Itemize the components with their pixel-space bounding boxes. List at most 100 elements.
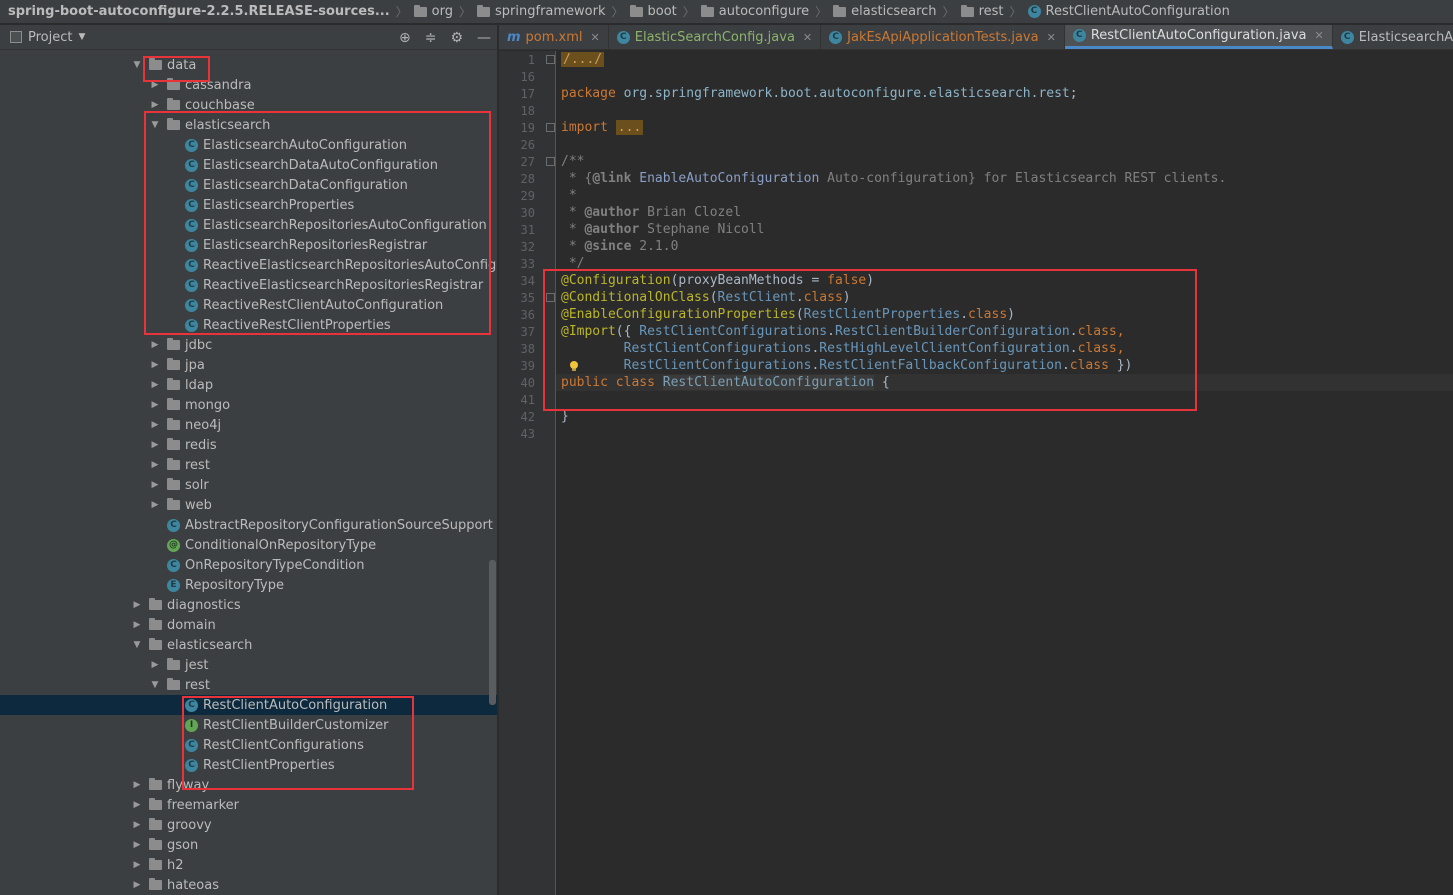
- tree-item[interactable]: ▶ neo4j: [0, 415, 497, 435]
- tree-item[interactable]: ▶ rest: [0, 455, 497, 475]
- folded-header[interactable]: /.../: [561, 52, 605, 67]
- tree-item[interactable]: ▶ cassandra: [0, 75, 497, 95]
- folded-imports[interactable]: ...: [615, 120, 644, 135]
- tree-item[interactable]: ▶ERepositoryType: [0, 575, 497, 595]
- tree-item[interactable]: ▼ elasticsearch: [0, 115, 497, 135]
- tree-item[interactable]: ▼ rest: [0, 675, 497, 695]
- tree-item[interactable]: ▶CElasticsearchDataConfiguration: [0, 175, 497, 195]
- breadcrumb-elasticsearch[interactable]: elasticsearch: [833, 4, 937, 19]
- tree-item[interactable]: ▶ freemarker: [0, 795, 497, 815]
- collapse-arrow-icon[interactable]: ▶: [149, 480, 161, 490]
- expand-arrow-icon[interactable]: ▼: [149, 120, 161, 130]
- hide-panel-icon[interactable]: —: [477, 30, 491, 46]
- editor-tab[interactable]: m pom.xml ✕: [499, 25, 609, 49]
- tree-item[interactable]: ▶CAbstractRepositoryConfigurationSourceS…: [0, 515, 497, 535]
- tree-item[interactable]: ▶CRestClientProperties: [0, 755, 497, 775]
- collapse-arrow-icon[interactable]: ▶: [131, 600, 143, 610]
- expand-arrow-icon[interactable]: ▼: [131, 60, 143, 70]
- locate-icon[interactable]: ⊕: [399, 30, 411, 46]
- tree-item[interactable]: ▶ redis: [0, 435, 497, 455]
- tree-item[interactable]: ▶ jpa: [0, 355, 497, 375]
- collapse-arrow-icon[interactable]: ▶: [149, 380, 161, 390]
- tree-scrollbar[interactable]: [489, 560, 496, 705]
- collapse-arrow-icon[interactable]: ▶: [149, 460, 161, 470]
- collapse-arrow-icon[interactable]: ▶: [131, 620, 143, 630]
- tree-item[interactable]: ▼ data: [0, 55, 497, 75]
- tree-item[interactable]: ▶CElasticsearchAutoConfiguration: [0, 135, 497, 155]
- tree-item[interactable]: ▶CReactiveRestClientProperties: [0, 315, 497, 335]
- expand-arrow-icon[interactable]: ▼: [149, 680, 161, 690]
- tree-item[interactable]: ▶@ConditionalOnRepositoryType: [0, 535, 497, 555]
- collapse-arrow-icon[interactable]: ▶: [131, 780, 143, 790]
- collapse-all-icon[interactable]: ≑: [425, 30, 437, 46]
- expand-arrow-icon[interactable]: ▼: [131, 640, 143, 650]
- tree-item[interactable]: ▶CElasticsearchProperties: [0, 195, 497, 215]
- fold-toggle-icon[interactable]: [546, 123, 555, 132]
- tree-item[interactable]: ▶ ldap: [0, 375, 497, 395]
- close-icon[interactable]: ✕: [1047, 31, 1056, 44]
- tree-item[interactable]: ▶ web: [0, 495, 497, 515]
- collapse-arrow-icon[interactable]: ▶: [149, 660, 161, 670]
- tree-item[interactable]: ▶CElasticsearchDataAutoConfiguration: [0, 155, 497, 175]
- tree-item[interactable]: ▼ elasticsearch: [0, 635, 497, 655]
- tree-item[interactable]: ▶CRestClientAutoConfiguration: [0, 695, 497, 715]
- lightbulb-icon[interactable]: [568, 360, 580, 372]
- collapse-arrow-icon[interactable]: ▶: [131, 800, 143, 810]
- collapse-arrow-icon[interactable]: ▶: [149, 420, 161, 430]
- collapse-arrow-icon[interactable]: ▶: [149, 80, 161, 90]
- tree-item[interactable]: ▶ diagnostics: [0, 595, 497, 615]
- close-icon[interactable]: ✕: [803, 31, 812, 44]
- fold-toggle-icon[interactable]: [546, 55, 555, 64]
- breadcrumb-current[interactable]: C RestClientAutoConfiguration: [1027, 4, 1230, 19]
- tree-item[interactable]: ▶COnRepositoryTypeCondition: [0, 555, 497, 575]
- fold-toggle-icon[interactable]: [546, 157, 555, 166]
- tree-item[interactable]: ▶IRestClientBuilderCustomizer: [0, 715, 497, 735]
- class-declaration-name[interactable]: RestClientAutoConfiguration: [662, 375, 875, 390]
- tree-item[interactable]: ▶CReactiveRestClientAutoConfiguration: [0, 295, 497, 315]
- breadcrumb-root[interactable]: spring-boot-autoconfigure-2.2.5.RELEASE-…: [8, 4, 390, 19]
- tree-item[interactable]: ▶CElasticsearchRepositoriesRegistrar: [0, 235, 497, 255]
- collapse-arrow-icon[interactable]: ▶: [131, 840, 143, 850]
- fold-toggle-icon[interactable]: [546, 293, 555, 302]
- editor-tab[interactable]: C JakEsApiApplicationTests.java ✕: [821, 25, 1065, 49]
- tree-item[interactable]: ▶CElasticsearchRepositoriesAutoConfigura…: [0, 215, 497, 235]
- editor-tab[interactable]: C ElasticSearchConfig.java ✕: [609, 25, 822, 49]
- tree-item[interactable]: ▶ gson: [0, 835, 497, 855]
- tree-item[interactable]: ▶ mongo: [0, 395, 497, 415]
- code-editor[interactable]: 1 16 17 18 19 26 27 28 29 30 31 32 33 34 35 36 37 38 39 40 4…: [499, 51, 1453, 895]
- tree-item[interactable]: ▶ flyway: [0, 775, 497, 795]
- tree-item[interactable]: ▶ jdbc: [0, 335, 497, 355]
- tree-item[interactable]: ▶CReactiveElasticsearchRepositoriesRegis…: [0, 275, 497, 295]
- breadcrumb-org[interactable]: org: [413, 4, 453, 19]
- editor-tab[interactable]: C RestClientAutoConfiguration.java ✕: [1064, 25, 1333, 49]
- tree-item[interactable]: ▶ hateoas: [0, 875, 497, 895]
- collapse-arrow-icon[interactable]: ▶: [149, 500, 161, 510]
- collapse-arrow-icon[interactable]: ▶: [149, 340, 161, 350]
- tree-item[interactable]: ▶ solr: [0, 475, 497, 495]
- tree-item[interactable]: ▶ couchbase: [0, 95, 497, 115]
- tree-item[interactable]: ▶ jest: [0, 655, 497, 675]
- breadcrumb-autoconfigure[interactable]: autoconfigure: [700, 4, 809, 19]
- gear-icon[interactable]: ⚙: [450, 30, 463, 46]
- tree-item[interactable]: ▶CRestClientConfigurations: [0, 735, 497, 755]
- chevron-down-icon[interactable]: ▼: [78, 32, 85, 42]
- collapse-arrow-icon[interactable]: ▶: [131, 820, 143, 830]
- collapse-arrow-icon[interactable]: ▶: [149, 360, 161, 370]
- project-view-selector[interactable]: Project: [28, 30, 72, 45]
- collapse-arrow-icon[interactable]: ▶: [149, 100, 161, 110]
- tree-item[interactable]: ▶ groovy: [0, 815, 497, 835]
- tree-item[interactable]: ▶CReactiveElasticsearchRepositoriesAutoC…: [0, 255, 497, 275]
- breadcrumb-springframework[interactable]: springframework: [477, 4, 606, 19]
- breadcrumb-rest[interactable]: rest: [960, 4, 1004, 19]
- breadcrumb-boot[interactable]: boot: [629, 4, 677, 19]
- doc-link[interactable]: EnableAutoConfiguration: [639, 171, 819, 186]
- close-icon[interactable]: ✕: [591, 31, 600, 44]
- tree-item[interactable]: ▶ h2: [0, 855, 497, 875]
- collapse-arrow-icon[interactable]: ▶: [131, 880, 143, 890]
- editor-tab[interactable]: C ElasticsearchAutoConfiguration: [1333, 25, 1453, 49]
- close-icon[interactable]: ✕: [1314, 29, 1323, 42]
- collapse-arrow-icon[interactable]: ▶: [131, 860, 143, 870]
- tree-item[interactable]: ▶ domain: [0, 615, 497, 635]
- collapse-arrow-icon[interactable]: ▶: [149, 440, 161, 450]
- collapse-arrow-icon[interactable]: ▶: [149, 400, 161, 410]
